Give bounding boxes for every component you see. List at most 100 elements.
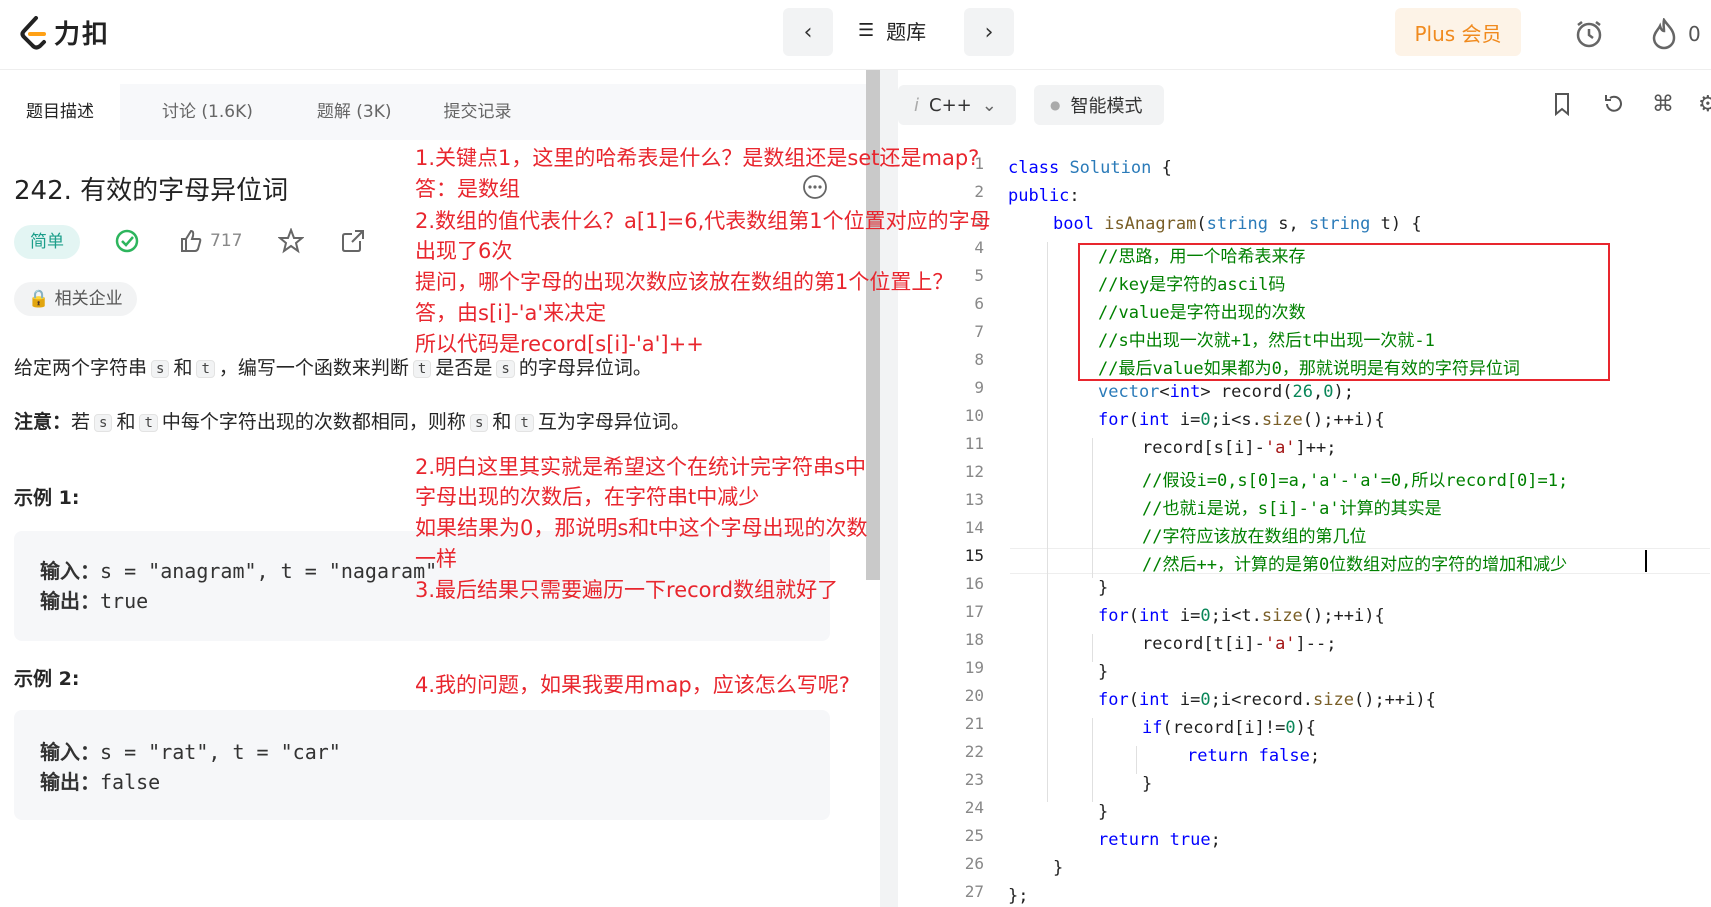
alarm-clock-icon[interactable]: [1573, 18, 1605, 55]
example-output: false: [100, 770, 161, 794]
annotation-text: 2.数组的值代表什么？a[1]=6,代表数组第1个位置对应的字母: [415, 209, 991, 233]
annotation-text: 2.明白这里其实就是希望这个在统计完字符串s中: [415, 455, 866, 479]
chevron-down-icon: ⌄: [981, 94, 997, 116]
annotation-text: 答：是数组: [415, 177, 520, 201]
chevron-right-icon: ›: [984, 19, 994, 45]
example-1-title: 示例 1:: [14, 487, 80, 509]
line-number: 22: [964, 742, 984, 761]
line-number: 20: [964, 686, 984, 705]
code-line: }: [1053, 858, 1064, 878]
line-number: 4: [974, 238, 984, 257]
annotation-text: 提问，哪个字母的出现次数应该放在数组的第1个位置上？: [415, 270, 954, 294]
line-number: 13: [964, 490, 984, 509]
logo-text: 力扣: [54, 20, 111, 50]
line-number: 15: [964, 546, 984, 565]
reset-icon[interactable]: [1602, 92, 1626, 122]
line-number: 7: [974, 322, 984, 341]
annotation-text: 4.我的问题，如果我要用map，应该怎么写呢?: [415, 673, 850, 697]
example-2-title: 示例 2:: [14, 668, 80, 690]
solved-check-icon: [114, 228, 140, 254]
annotation-text: 一样: [415, 547, 457, 571]
line-number: 9: [974, 378, 984, 397]
annotation-text: 字母出现的次数后，在字符串t中减少: [415, 485, 760, 509]
example-2-box: 输入：s = "rat", t = "car" 输出：false: [14, 710, 830, 820]
star-icon[interactable]: [278, 228, 304, 254]
like-button[interactable]: 717: [178, 228, 242, 254]
code-line: for(int i=0;i<s.size();++i){: [1098, 410, 1385, 430]
code-comment: //字符应该放在数组的第几位: [1142, 527, 1367, 547]
indent-guide: [1136, 746, 1137, 774]
inline-code: t: [515, 413, 534, 432]
code-line: vector<int> record(26,0);: [1098, 382, 1354, 402]
prev-problem-button[interactable]: ‹: [783, 8, 833, 56]
inline-code: t: [412, 359, 432, 378]
line-number: 16: [964, 574, 984, 593]
code-line: }: [1098, 662, 1109, 682]
streak-counter[interactable]: 0: [1650, 18, 1701, 50]
thumbs-up-icon: [181, 229, 202, 252]
line-number: 26: [964, 854, 984, 873]
smart-mode-label: 智能模式: [1070, 96, 1143, 117]
code-line: public:: [1008, 186, 1080, 206]
inline-code: s: [94, 413, 113, 432]
indent-guide: [1092, 718, 1093, 802]
inline-code: s: [496, 359, 515, 378]
annotation-highlight-box: [1078, 243, 1610, 381]
indent-guide: [1092, 438, 1093, 578]
top-navbar: 力扣 ‹ ☰ 题库 › Plus 会员 0: [0, 0, 1711, 70]
code-line: }: [1142, 774, 1153, 794]
desc-text: ，编写一个函数来判断: [218, 357, 409, 379]
text-caret: [1645, 550, 1647, 572]
problem-title: 242. 有效的字母异位词: [14, 176, 289, 206]
code-line: class Solution {: [1008, 158, 1172, 178]
language-label: C++: [929, 94, 972, 116]
desc-text: 给定两个字符串: [14, 357, 148, 379]
command-icon[interactable]: ⌘: [1652, 92, 1674, 117]
leetcode-logo-icon: [20, 15, 46, 49]
line-number: 12: [964, 462, 984, 481]
editor-toolbar: i C++ ⌄ ● 智能模式 ⌘ ⚙: [898, 70, 1711, 140]
desc-text: 和: [116, 411, 136, 433]
indent-guide: [1047, 242, 1048, 802]
problem-list-button[interactable]: ☰ 题库: [858, 16, 926, 45]
inline-code: s: [469, 413, 489, 432]
list-icon: ☰: [858, 20, 875, 41]
smart-mode-button[interactable]: ● 智能模式: [1034, 85, 1164, 125]
inline-code: t: [196, 359, 215, 378]
code-line: return true;: [1098, 830, 1221, 850]
problem-list-label: 题库: [886, 20, 927, 44]
more-options-icon[interactable]: [802, 174, 828, 204]
bookmark-icon[interactable]: [1552, 92, 1572, 122]
difficulty-badge: 简单: [14, 225, 80, 259]
next-problem-button[interactable]: ›: [964, 8, 1014, 56]
line-number: 21: [964, 714, 984, 733]
streak-count: 0: [1688, 22, 1701, 46]
line-number: 2: [974, 182, 984, 201]
line-number: 27: [964, 882, 984, 901]
panel-splitter[interactable]: [880, 70, 898, 907]
output-label: 输出：: [40, 589, 100, 613]
info-icon: i: [914, 94, 920, 116]
inline-code: s: [151, 359, 170, 378]
tab-description[interactable]: 题目描述: [0, 84, 120, 140]
input-label: 输入：: [40, 740, 100, 764]
settings-icon[interactable]: ⚙: [1698, 92, 1711, 117]
related-companies-button[interactable]: 🔒 相关企业: [14, 282, 137, 316]
share-icon[interactable]: [340, 228, 366, 254]
annotation-text: 所以代码是record[s[i]-'a']++: [415, 332, 704, 356]
code-line: for(int i=0;i<t.size();++i){: [1098, 606, 1385, 626]
code-comment: //也就i是说，s[i]-'a'计算的其实是: [1142, 499, 1442, 519]
example-input: s = "anagram", t = "nagaram": [100, 559, 438, 583]
code-line: return false;: [1187, 746, 1321, 766]
tab-solutions[interactable]: 题解 (3K): [291, 84, 418, 140]
code-line: for(int i=0;i<record.size();++i){: [1098, 690, 1436, 710]
tab-submissions[interactable]: 提交记录: [418, 84, 538, 140]
annotation-text: 如果结果为0，那说明s和t中这个字母出现的次数: [415, 516, 868, 540]
logo[interactable]: 力扣: [18, 14, 110, 51]
tab-discussion[interactable]: 讨论 (1.6K): [136, 84, 279, 140]
indent-guide: [1092, 634, 1093, 662]
like-count: 717: [210, 231, 243, 251]
language-select[interactable]: i C++ ⌄: [898, 85, 1016, 125]
code-line: bool isAnagram(string s, string t) {: [1053, 214, 1422, 234]
plus-membership-button[interactable]: Plus 会员: [1395, 8, 1521, 56]
